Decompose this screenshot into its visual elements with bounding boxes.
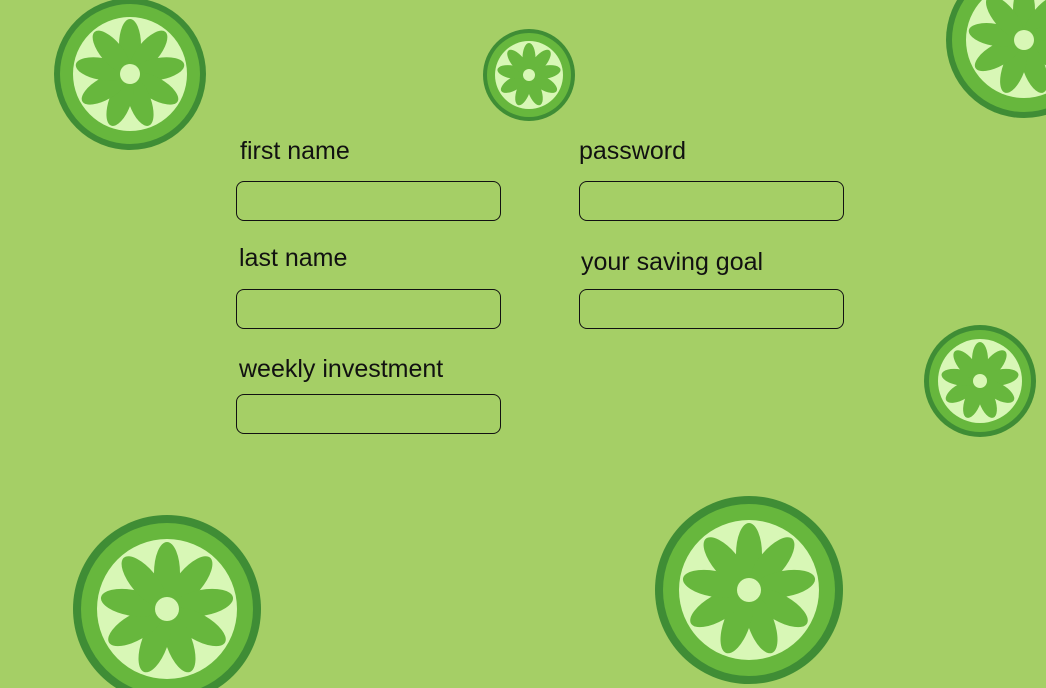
- saving-goal-label: your saving goal: [581, 248, 764, 276]
- last-name-input[interactable]: [236, 289, 501, 329]
- lime-slice-icon: [54, 0, 206, 150]
- last-name-label: last name: [239, 244, 348, 272]
- password-label: password: [579, 137, 686, 165]
- password-input[interactable]: [579, 181, 844, 221]
- weekly-investment-label: weekly investment: [239, 355, 444, 383]
- lime-slice-icon: [483, 29, 575, 121]
- lime-slice-icon: [655, 496, 843, 684]
- lime-slice-icon: [73, 515, 261, 688]
- lime-slice-icon: [946, 0, 1046, 118]
- signup-page: first name last name weekly investment p…: [0, 0, 1046, 688]
- weekly-investment-input[interactable]: [236, 394, 501, 434]
- saving-goal-input[interactable]: [579, 289, 844, 329]
- lime-slice-icon: [924, 325, 1036, 437]
- first-name-input[interactable]: [236, 181, 501, 221]
- first-name-label: first name: [240, 137, 350, 165]
